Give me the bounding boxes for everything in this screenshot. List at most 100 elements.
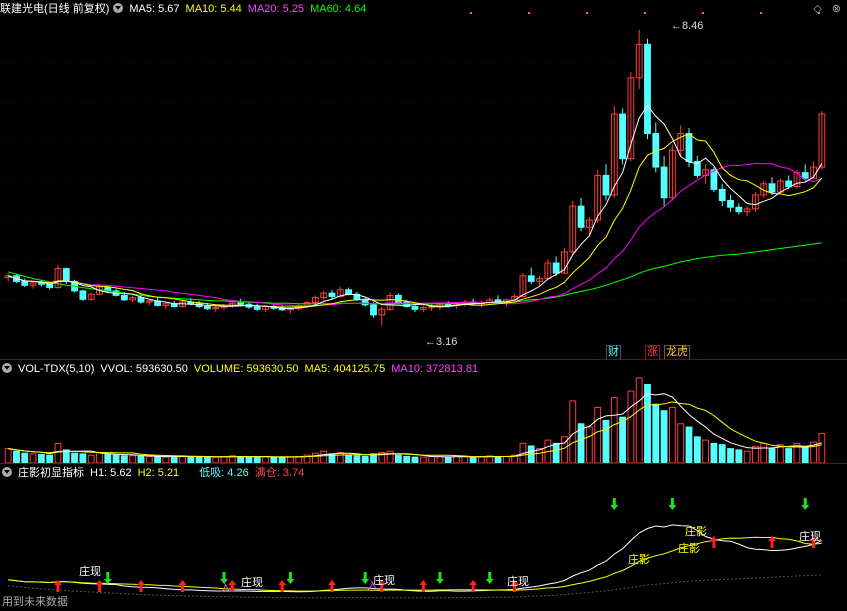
- volume-bar-up: [743, 450, 751, 464]
- candle-down: [685, 133, 693, 162]
- volume-bar-up: [4, 448, 12, 464]
- indicator-title[interactable]: 庄影初显指标: [18, 467, 84, 479]
- candle-down: [204, 306, 211, 310]
- ma60-line: [8, 242, 822, 305]
- volume-bar-up: [386, 450, 394, 464]
- volume-label: VOLUME: 593630.50: [193, 363, 299, 375]
- up-arrow-icon: [137, 580, 145, 592]
- down-arrow-icon: [668, 498, 677, 510]
- candle-down: [253, 306, 261, 310]
- candle-down: [345, 289, 352, 295]
- volume-bar-up: [585, 426, 593, 464]
- volume-bar-down: [727, 448, 734, 464]
- low-price-label: ←3.16: [425, 336, 458, 348]
- h2-label: H2: 5.21: [137, 467, 180, 479]
- down-arrow-icon: [286, 572, 295, 584]
- down-arrow-icon: [801, 498, 810, 510]
- volume-bar-down: [660, 410, 668, 464]
- volume-bar-up: [336, 452, 344, 464]
- zhuang-ying-tag: 庄影: [685, 526, 707, 538]
- candle-down: [718, 188, 726, 202]
- dropdown-circle-icon[interactable]: [2, 363, 12, 373]
- vol-ma10-label: MA10: 372813.81: [391, 363, 479, 375]
- volume-bar-down: [602, 420, 610, 464]
- candle-down: [644, 43, 651, 135]
- zhuang-xian-tag: 庄现: [79, 566, 101, 578]
- mancang-label: 满仓: 3.74: [254, 467, 305, 479]
- candle-down: [577, 205, 585, 228]
- volume-bar-up: [87, 454, 95, 464]
- h1-label: H1: 5.62: [90, 467, 132, 479]
- volume-bar-up: [29, 453, 37, 464]
- volume-bar-down: [112, 454, 120, 464]
- indicator-chart[interactable]: [0, 464, 847, 611]
- ma10-label: MA10: 5.44: [185, 3, 242, 15]
- volume-bar-up: [54, 442, 62, 464]
- candle-down: [602, 174, 610, 196]
- volume-bar-up: [668, 406, 676, 464]
- volume-pane[interactable]: VOL-TDX(5,10) VVOL: 593630.50 VOLUME: 5936…: [0, 360, 847, 464]
- indicator-pane[interactable]: 庄影初显指标 H1: 5.62 H2: 5.21 低吸: 4.26 满仓: 3.74 庄…: [0, 464, 847, 611]
- zhuang-xian-tag: 庄现: [799, 531, 821, 543]
- close-icon[interactable]: ⊗: [832, 3, 841, 15]
- volume-bar-down: [619, 416, 626, 464]
- candle-down: [411, 306, 419, 310]
- event-longhu[interactable]: 龙虎: [664, 345, 690, 360]
- zhuang-xian-tag: 庄现: [507, 576, 529, 588]
- volume-bar-down: [37, 454, 45, 464]
- ma5-label: MA5: 5.67: [129, 3, 180, 15]
- volume-bar-down: [652, 403, 660, 464]
- candle-down: [361, 299, 369, 306]
- kline-header: 联建光电(日线 前复权) MA5: 5.67 MA10: 5.44 MA20: 5.2…: [0, 0, 847, 18]
- down-arrow-icon: [435, 572, 444, 584]
- dropdown-circle-icon[interactable]: [113, 3, 124, 13]
- candle-down: [394, 294, 402, 303]
- volume-bar-up: [627, 390, 635, 464]
- candle-down: [735, 206, 743, 213]
- volume-bar-up: [818, 433, 826, 464]
- volume-bar-up: [702, 439, 710, 464]
- high-price-label: ←8.46: [671, 20, 704, 32]
- volume-bar-down: [718, 444, 726, 464]
- volume-header: VOL-TDX(5,10) VVOL: 593630.50 VOLUME: 5936…: [0, 360, 847, 378]
- candle-down: [727, 200, 734, 208]
- candle-down: [62, 268, 70, 282]
- ma20-label: MA20: 5.25: [247, 3, 305, 15]
- kline-chart[interactable]: [0, 0, 847, 360]
- event-cai[interactable]: 财: [606, 345, 621, 360]
- volume-bar-down: [644, 384, 651, 464]
- kline-pane[interactable]: 联建光电(日线 前复权) MA5: 5.67 MA10: 5.44 MA20: 5.2…: [0, 0, 847, 360]
- volume-bar-down: [71, 452, 78, 464]
- candle-down: [768, 183, 776, 193]
- down-arrow-icon: [485, 572, 494, 584]
- volume-bar-down: [552, 442, 560, 464]
- up-arrow-icon: [95, 580, 104, 592]
- volume-bar-down: [785, 448, 793, 464]
- volume-bar-down: [13, 450, 20, 464]
- candle-down: [370, 304, 377, 316]
- volume-bar-down: [693, 436, 701, 464]
- candle-down: [527, 275, 535, 282]
- candle-down: [328, 292, 336, 297]
- pane-controls: ◇ ⊗: [803, 2, 841, 15]
- volume-bar-down: [345, 454, 352, 464]
- candle-down: [21, 280, 29, 286]
- volume-bar-down: [353, 455, 361, 464]
- volume-bar-up: [129, 455, 137, 464]
- volume-bar-up: [96, 452, 103, 464]
- diamond-icon[interactable]: ◇: [813, 3, 821, 15]
- event-zhang[interactable]: 涨: [645, 345, 660, 360]
- candle-down: [801, 172, 809, 179]
- candle-down: [552, 262, 560, 274]
- stock-title[interactable]: 联建光电(日线 前复权): [0, 3, 109, 15]
- ma5-line: [8, 104, 823, 310]
- dropdown-circle-icon[interactable]: [2, 467, 12, 477]
- volume-bar-down: [801, 446, 809, 464]
- candle-down: [619, 113, 626, 160]
- vol-title[interactable]: VOL-TDX(5,10): [18, 363, 94, 375]
- volume-bar-up: [635, 377, 643, 464]
- volume-bar-up: [311, 452, 319, 464]
- candle-down: [444, 303, 452, 306]
- zhuang-xian-tag: 庄现: [241, 577, 263, 589]
- volume-bar-up: [610, 397, 618, 464]
